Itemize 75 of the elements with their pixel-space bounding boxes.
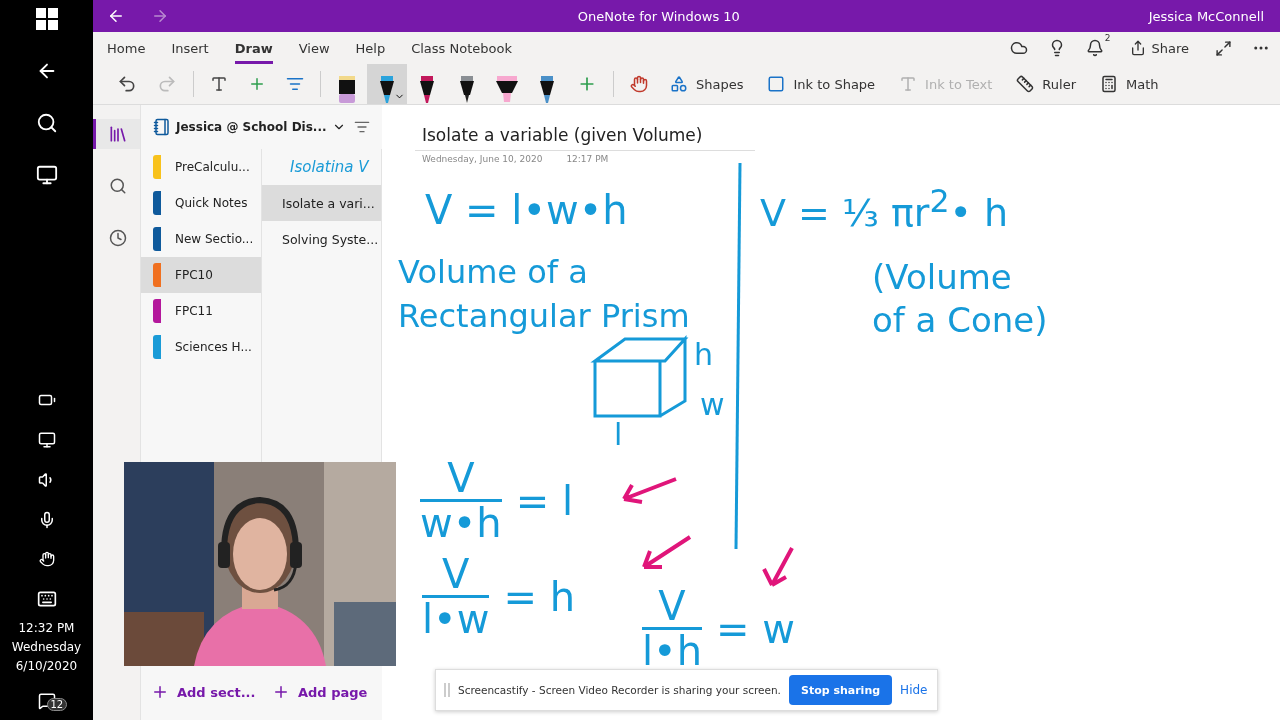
handwritten-label: l xyxy=(614,417,623,452)
stop-sharing-button[interactable]: Stop sharing xyxy=(788,675,893,705)
notification-count: 2 xyxy=(1104,33,1111,43)
keyboard-icon[interactable] xyxy=(36,589,57,609)
tool-button[interactable]: Math xyxy=(1088,64,1171,104)
letter-icon xyxy=(899,75,918,93)
handwritten-text: Rectangular Prism xyxy=(398,297,690,335)
section-item[interactable]: Sciences H... xyxy=(141,329,261,365)
fullscreen-icon[interactable] xyxy=(1215,39,1232,57)
ribbon-tab[interactable]: Help xyxy=(355,32,386,64)
shapes-icon xyxy=(670,75,688,93)
clock-time: 12:32 PM xyxy=(18,620,75,637)
undo-icon[interactable] xyxy=(117,74,137,94)
page-time: 12:17 PM xyxy=(566,154,609,164)
hand-icon[interactable] xyxy=(630,75,648,93)
pen-button[interactable] xyxy=(367,64,407,104)
notification-count: 12 xyxy=(46,698,68,711)
task-view-icon[interactable] xyxy=(35,164,58,186)
ruler-icon xyxy=(1016,75,1035,93)
share-icon xyxy=(1130,40,1147,56)
add-page-button[interactable]: Add page xyxy=(262,664,382,720)
plus-icon xyxy=(272,683,290,701)
handwritten-text: (Volume xyxy=(872,257,1012,297)
tool-button[interactable]: Ruler xyxy=(1004,64,1088,104)
user-name: Jessica McConnell xyxy=(1148,8,1264,24)
handwritten-text: Volume of a xyxy=(398,253,588,291)
forward-icon[interactable] xyxy=(151,7,169,25)
back-icon[interactable] xyxy=(107,7,125,25)
page-item[interactable]: Isolate a vari... xyxy=(262,185,381,221)
section-item[interactable]: New Sectio... xyxy=(141,221,261,257)
ribbon-tab[interactable]: Draw xyxy=(234,32,273,64)
handwritten-label: h xyxy=(694,337,713,372)
search-icon xyxy=(109,177,127,195)
hide-link[interactable]: Hide xyxy=(900,683,928,697)
section-item[interactable]: FPC11 xyxy=(141,293,261,329)
window-title: OneNote for Windows 10 xyxy=(576,8,741,24)
ribbon-tab[interactable]: Class Notebook xyxy=(411,32,512,64)
page-title: Isolate a variable (given Volume) xyxy=(422,125,703,145)
windows-logo-icon[interactable] xyxy=(35,8,58,30)
add-section-button[interactable]: Add sect... xyxy=(141,664,262,720)
tool-button[interactable]: Shapes xyxy=(658,64,756,104)
clock-day: Wednesday xyxy=(11,638,82,657)
clock-date: 6/10/2020 xyxy=(15,658,78,675)
square-icon xyxy=(767,75,786,93)
section-item[interactable]: PreCalculu... xyxy=(141,149,261,185)
math-icon xyxy=(1100,75,1118,93)
handwritten-text: V = ⅓ πr$^{2}$• h xyxy=(760,183,1009,235)
page-item[interactable]: Solving Syste... xyxy=(262,221,381,257)
ribbon-tab[interactable]: Home xyxy=(107,32,146,64)
ribbon-tab[interactable]: View xyxy=(298,32,330,64)
notebooks-button[interactable] xyxy=(93,119,140,149)
search-icon[interactable] xyxy=(35,112,58,134)
lines-icon[interactable] xyxy=(286,75,304,93)
notebook-selector[interactable]: Jessica @ School Dis... xyxy=(153,118,346,136)
clock-icon xyxy=(109,229,127,247)
bell-icon[interactable] xyxy=(1086,39,1105,57)
monitor-icon[interactable] xyxy=(37,431,56,449)
handwritten-text: V = l•w•h xyxy=(425,187,628,233)
type-select-icon[interactable] xyxy=(210,75,228,93)
section-item[interactable]: Quick Notes xyxy=(141,185,261,221)
ribbon-tab[interactable]: Insert xyxy=(171,32,209,64)
tool-button[interactable]: Ink to Shape xyxy=(755,64,888,104)
books-icon xyxy=(108,124,128,144)
highlighter-icon xyxy=(495,74,519,104)
handwritten-text: of a Cone) xyxy=(872,300,1048,340)
notebook-icon xyxy=(153,118,171,136)
sort-icon[interactable] xyxy=(354,119,370,135)
share-button[interactable]: Share xyxy=(1124,39,1195,57)
cloud-sync-icon[interactable] xyxy=(1010,39,1029,57)
handwritten-label: w xyxy=(700,387,725,422)
plus-icon xyxy=(151,683,169,701)
sharing-message: Screencastify - Screen Video Recorder is sharing your screen. xyxy=(458,684,781,696)
section-item[interactable]: FPC10 xyxy=(141,257,261,293)
drag-handle-icon[interactable] xyxy=(444,683,450,697)
page-date: Wednesday, June 10, 2020 xyxy=(422,154,543,164)
